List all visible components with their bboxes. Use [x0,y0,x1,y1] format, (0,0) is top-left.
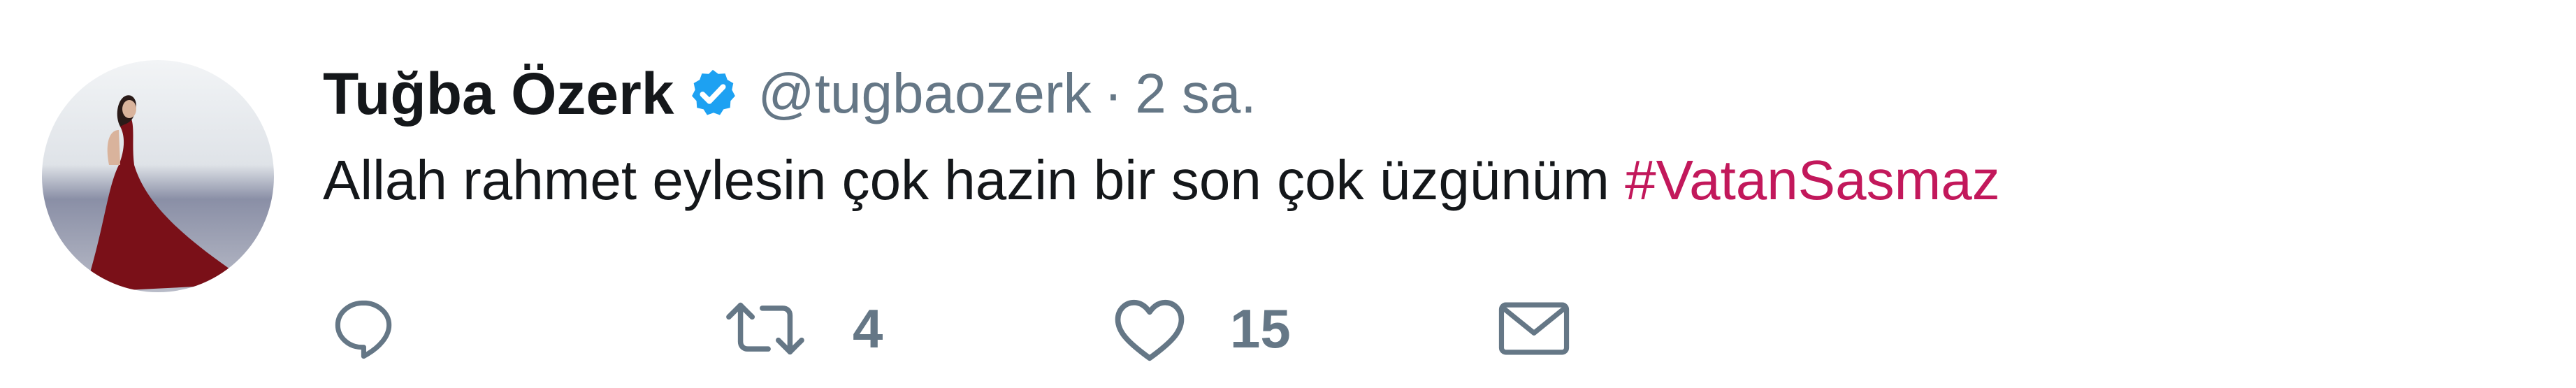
tweet-card[interactable]: Tuğba Özerk @tugbaozerk · 2 sa. Allah ra… [0,0,2576,388]
tweet-header: Tuğba Özerk @tugbaozerk · 2 sa. [323,59,1257,129]
tweet-text: Allah rahmet eylesin çok hazin bir son ç… [323,147,2000,214]
timestamp[interactable]: 2 sa. [1135,62,1256,126]
reply-icon [335,300,392,359]
hashtag-link[interactable]: #VatanSasmaz [1625,149,2000,211]
direct-message-button[interactable] [1496,294,1572,364]
heart-icon [1115,299,1185,361]
retweet-button[interactable]: 4 [720,294,883,364]
tweet-actions: 4 15 [328,294,1656,364]
verified-badge-icon [686,66,740,121]
retweet-icon [726,302,804,355]
username-handle[interactable]: @tugbaozerk [758,62,1092,126]
avatar[interactable] [42,60,274,292]
retweet-count: 4 [853,297,883,359]
separator-dot: · [1104,62,1123,124]
reply-button[interactable] [328,294,398,364]
like-button[interactable]: 15 [1111,294,1291,364]
tweet-text-body: Allah rahmet eylesin çok hazin bir son ç… [323,149,1626,211]
avatar-image [42,60,274,292]
envelope-icon [1498,302,1570,355]
like-count: 15 [1230,297,1291,359]
display-name[interactable]: Tuğba Özerk [323,60,674,128]
